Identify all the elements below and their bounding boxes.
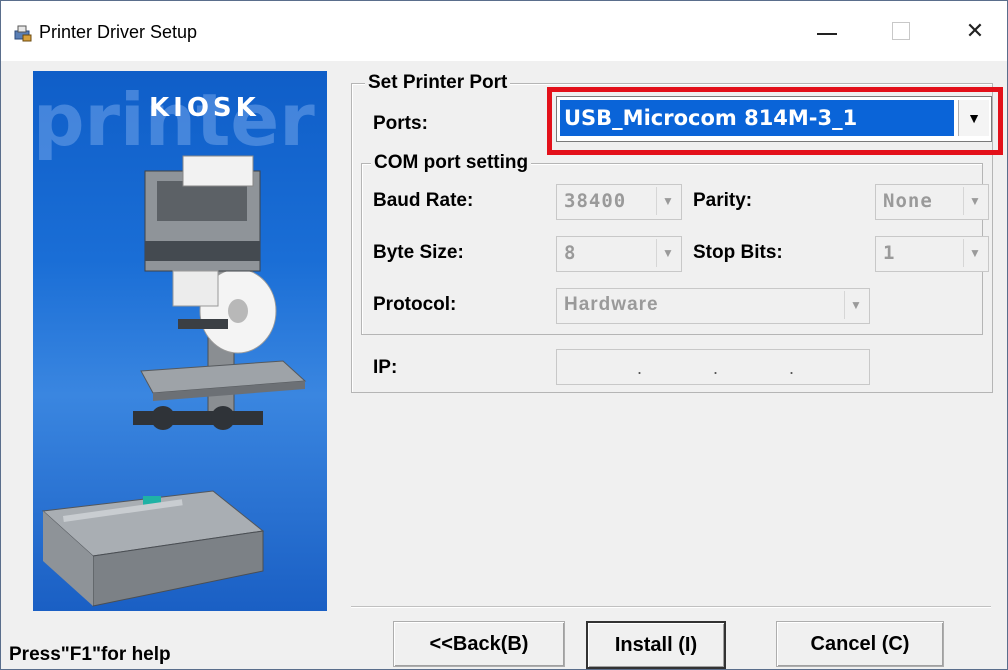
printer-driver-setup-window: Printer Driver Setup ✕ printer KIOSK Set…: [0, 0, 1008, 670]
protocol-label: Protocol:: [373, 294, 457, 315]
minimize-button[interactable]: [797, 1, 857, 61]
printer-app-icon: [14, 25, 32, 42]
maximize-button[interactable]: [871, 1, 931, 61]
kiosk-printer-image: printer KIOSK: [33, 71, 327, 611]
com-port-setting-label: COM port setting: [371, 152, 532, 174]
cancel-button-label: Cancel (C): [810, 632, 910, 655]
kiosk-printer-illustration: printer: [33, 78, 315, 607]
close-button[interactable]: ✕: [945, 1, 1005, 61]
ports-highlight-box: [547, 87, 1003, 155]
button-separator: [351, 606, 991, 607]
parity-label: Parity:: [693, 190, 753, 211]
ip-address-field[interactable]: . . .: [556, 349, 870, 385]
window-title: Printer Driver Setup: [39, 22, 198, 42]
stop-bits-combo[interactable]: 1 ▼: [875, 236, 989, 272]
kiosk-brand-text: KIOSK: [149, 93, 260, 123]
byte-size-combo[interactable]: 8 ▼: [556, 236, 682, 272]
chevron-down-icon: ▼: [656, 239, 679, 267]
ip-dot: .: [637, 358, 643, 378]
ports-label: Ports:: [373, 113, 428, 134]
chevron-down-icon: ▼: [844, 291, 867, 319]
title-bar[interactable]: Printer Driver Setup ✕: [1, 1, 1007, 61]
protocol-combo[interactable]: Hardware ▼: [556, 288, 870, 324]
protocol-value: Hardware: [564, 294, 659, 315]
back-button-label: <<Back(B): [429, 632, 529, 655]
parity-combo[interactable]: None ▼: [875, 184, 989, 220]
ip-dot: .: [789, 358, 795, 378]
baud-rate-label: Baud Rate:: [373, 190, 474, 211]
byte-size-value: 8: [564, 242, 577, 264]
maximize-icon: [892, 22, 910, 40]
help-status-text: Press"F1"for help: [9, 644, 171, 665]
chevron-down-icon: ▼: [963, 239, 986, 267]
chevron-down-icon: ▼: [963, 187, 986, 215]
stop-bits-label: Stop Bits:: [693, 242, 783, 263]
baud-rate-value: 38400: [564, 190, 627, 212]
parity-value: None: [883, 190, 933, 212]
chevron-down-icon: ▼: [656, 187, 679, 215]
set-printer-port-label: Set Printer Port: [365, 72, 511, 94]
install-button-label: Install (I): [614, 633, 698, 656]
back-button[interactable]: <<Back(B): [393, 621, 565, 667]
close-icon: ✕: [965, 18, 985, 43]
minimize-icon: [817, 33, 837, 35]
cancel-button[interactable]: Cancel (C): [776, 621, 944, 667]
install-button[interactable]: Install (I): [586, 621, 726, 669]
stop-bits-value: 1: [883, 242, 896, 264]
baud-rate-combo[interactable]: 38400 ▼: [556, 184, 682, 220]
ip-label: IP:: [373, 357, 398, 378]
byte-size-label: Byte Size:: [373, 242, 464, 263]
ip-dot: .: [713, 358, 719, 378]
